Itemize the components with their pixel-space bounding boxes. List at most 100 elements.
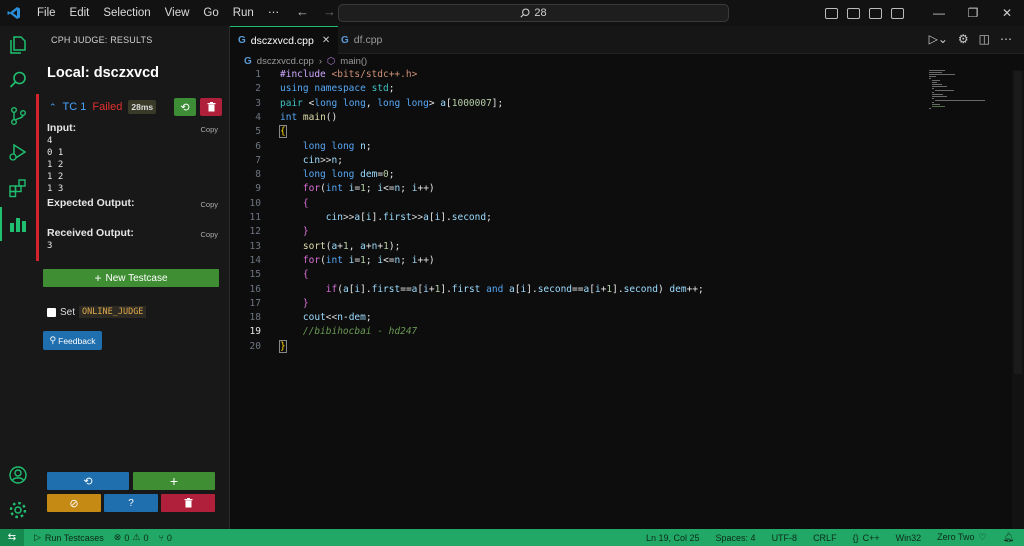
new-testcase-button[interactable]: + New Testcase <box>43 269 219 287</box>
stop-button[interactable]: ⊘ <box>47 494 101 512</box>
delete-all-button[interactable] <box>161 494 215 512</box>
toggle-secondary-sidebar-icon[interactable] <box>869 7 882 19</box>
toggle-panel-icon[interactable] <box>847 7 860 19</box>
ports-icon: ⑂ <box>158 532 164 543</box>
code-line[interactable]: #include <bits/stdc++.h> <box>280 69 417 80</box>
chevron-up-icon[interactable]: ⌃ <box>49 102 57 113</box>
code-line[interactable]: for(int i=1; i<=n; i++) <box>280 255 435 266</box>
online-judge-toggle[interactable]: Set ONLINE_JUDGE <box>47 306 147 318</box>
cpp-file-icon: G <box>244 56 252 67</box>
trash-icon <box>184 498 192 508</box>
code-line[interactable]: } <box>280 298 309 309</box>
platform[interactable]: Win32 <box>896 533 922 543</box>
end-of-line[interactable]: CRLF <box>813 533 837 543</box>
toggle-primary-sidebar-icon[interactable] <box>825 7 838 19</box>
back-arrow-icon[interactable]: ← <box>296 4 309 19</box>
code-line[interactable]: cout<<n-dem; <box>280 312 372 323</box>
breadcrumb-file[interactable]: dsczxvcd.cpp <box>257 56 314 67</box>
explorer-icon[interactable] <box>7 34 29 56</box>
breadcrumb-symbol[interactable]: main() <box>340 56 367 67</box>
copy-input-button[interactable]: Copy <box>200 125 218 134</box>
split-editor-icon[interactable]: ◫ <box>979 32 990 46</box>
refresh-icon: ⟲ <box>83 475 93 488</box>
notifications-icon[interactable]: 🔔︎ <box>1003 532 1014 543</box>
scrollbar-thumb[interactable] <box>1014 71 1022 374</box>
theme-item[interactable]: Zero Two ♡ <box>937 532 986 543</box>
activity-bar <box>0 26 36 529</box>
run-testcases-item[interactable]: ▷ Run Testcases <box>34 532 104 543</box>
editor-scrollbar[interactable] <box>1012 70 1024 529</box>
language-mode[interactable]: {} C++ <box>853 533 880 543</box>
testcase-card: ⌃ TC 1 Failed 28ms ⟲ Input: Copy 4 0 1 1… <box>36 94 222 261</box>
forward-arrow-icon[interactable]: → <box>323 4 336 19</box>
command-center[interactable]: 28 <box>338 4 729 22</box>
code-line[interactable]: } <box>279 339 287 353</box>
rerun-testcase-button[interactable]: ⟲ <box>174 98 196 116</box>
code-line[interactable]: } <box>280 226 309 237</box>
problems-item[interactable]: ⊗ 0 ⚠ 0 <box>114 532 149 543</box>
close-button[interactable]: ✕ <box>990 6 1024 20</box>
source-control-icon[interactable] <box>7 105 29 127</box>
copy-expected-button[interactable]: Copy <box>200 200 218 209</box>
menu-run[interactable]: Run <box>226 0 261 26</box>
code-line[interactable]: sort(a+1, a+n+1); <box>280 241 400 252</box>
testcase-header[interactable]: ⌃ TC 1 Failed 28ms <box>49 100 157 114</box>
restore-button[interactable]: ❐ <box>956 6 990 20</box>
code-line[interactable]: cin>>n; <box>280 155 343 166</box>
code-line[interactable]: if(a[i].first==a[i+1].first and a[i].sec… <box>280 284 704 295</box>
code-line[interactable]: int main() <box>280 112 337 123</box>
delete-testcase-button[interactable] <box>200 98 222 116</box>
menu-selection[interactable]: Selection <box>96 0 157 26</box>
ports-item[interactable]: ⑂ 0 <box>158 533 171 543</box>
gear-icon[interactable] <box>7 499 29 521</box>
indentation[interactable]: Spaces: 4 <box>716 533 756 543</box>
code-line[interactable]: using namespace std; <box>280 83 394 94</box>
add-testcase-button[interactable]: + <box>133 472 215 490</box>
code-line[interactable]: cin>>a[i].first>>a[i].second; <box>280 212 492 223</box>
close-icon[interactable]: ✕ <box>322 35 330 46</box>
code-line[interactable]: long long dem=0; <box>280 169 395 180</box>
line-number: 7 <box>255 154 261 166</box>
help-button[interactable]: ? <box>104 494 158 512</box>
code-line[interactable]: { <box>280 269 309 280</box>
menu-view[interactable]: View <box>158 0 197 26</box>
copy-received-button[interactable]: Copy <box>200 230 218 239</box>
search-icon[interactable] <box>7 69 29 91</box>
online-judge-checkbox[interactable] <box>47 307 56 317</box>
code-line[interactable]: //bibihocbai - hd247 <box>280 326 417 337</box>
minimap[interactable] <box>929 70 989 126</box>
tab-dsczxvcd[interactable]: G dsczxvcd.cpp ✕ <box>230 26 339 54</box>
line-number: 20 <box>249 340 261 352</box>
settings-gear-icon[interactable]: ⚙ <box>958 32 969 46</box>
code-line[interactable]: pair <long long, long long> a[1000007]; <box>280 98 503 109</box>
cph-icon[interactable] <box>0 207 29 241</box>
code-line[interactable]: for(int i=1; i<=n; i++) <box>280 183 435 194</box>
code-line[interactable]: { <box>279 125 287 139</box>
menu-go[interactable]: Go <box>196 0 225 26</box>
code-line[interactable]: long long n; <box>280 141 372 152</box>
minimize-button[interactable]: — <box>922 6 956 20</box>
tab-df[interactable]: G df.cpp <box>333 26 390 54</box>
menu-more[interactable]: ⋯ <box>261 0 287 26</box>
input-text[interactable]: 4 0 1 1 2 1 2 1 3 <box>47 135 63 195</box>
menu-edit[interactable]: Edit <box>63 0 97 26</box>
encoding[interactable]: UTF-8 <box>772 533 798 543</box>
menu-file[interactable]: File <box>30 0 63 26</box>
line-number: 1 <box>255 69 261 80</box>
received-output-text: 3 <box>47 241 53 251</box>
line-number: 3 <box>255 97 261 109</box>
account-icon[interactable] <box>7 464 29 486</box>
editor-tabs: G dsczxvcd.cpp ✕ G df.cpp ▷⌄ ⚙ ◫ ⋯ <box>230 26 1024 54</box>
set-label: Set <box>60 306 76 318</box>
remote-indicator-icon[interactable]: ⇆ <box>0 529 24 546</box>
feedback-button[interactable]: ⚲ Feedback <box>43 331 102 350</box>
customize-layout-icon[interactable] <box>891 7 904 19</box>
run-debug-dropdown-icon[interactable]: ▷⌄ <box>929 32 948 46</box>
code-line[interactable]: { <box>280 198 309 209</box>
cursor-position[interactable]: Ln 19, Col 25 <box>646 533 700 543</box>
run-all-button[interactable]: ⟲ <box>47 472 129 490</box>
trash-icon <box>207 102 215 112</box>
run-debug-icon[interactable] <box>7 141 29 163</box>
extensions-icon[interactable] <box>7 177 29 199</box>
more-actions-icon[interactable]: ⋯ <box>1000 32 1012 46</box>
